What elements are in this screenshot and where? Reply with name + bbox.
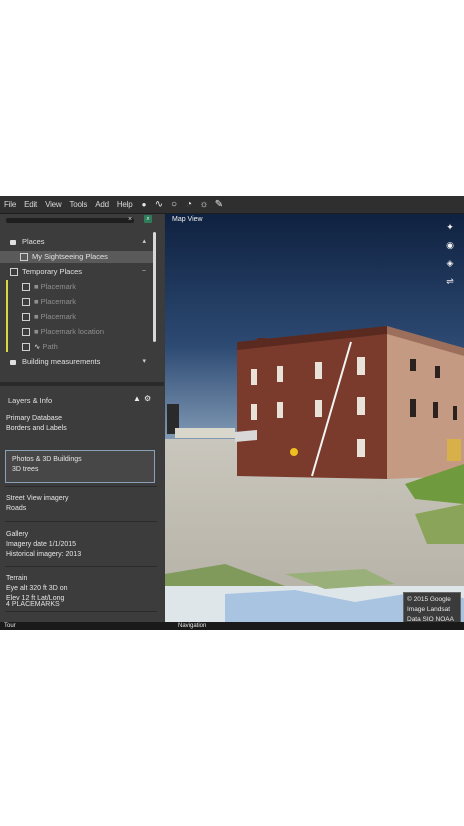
placemark-pin-icon: ■ xyxy=(34,297,41,306)
layer-item-sub: Eye alt 320 ft 3D on xyxy=(6,585,68,592)
checkbox[interactable] xyxy=(22,343,30,352)
folder-icon xyxy=(10,359,16,365)
tree-item-temporary[interactable]: Temporary Places − xyxy=(0,266,154,278)
layer-item-selected[interactable]: Photos & 3D Buildings 3D trees xyxy=(5,450,155,483)
view-label: Map View xyxy=(172,216,203,223)
layer-item-gallery[interactable]: Gallery Imagery date 1/1/2015 Historical… xyxy=(6,530,156,560)
divider xyxy=(5,566,157,567)
menu-add[interactable]: Add xyxy=(91,200,113,209)
layer-item-street-view[interactable]: Street View imagery Roads xyxy=(6,494,156,514)
placemark-pin-icon: ■ xyxy=(34,312,41,321)
checkbox[interactable] xyxy=(20,253,28,262)
places-scrollbar[interactable] xyxy=(153,232,156,342)
collapse-icon[interactable]: − xyxy=(142,266,146,278)
history-icon[interactable]: ◔ xyxy=(181,196,196,213)
placemark-icon[interactable]: ● xyxy=(136,196,151,213)
tree-item-placemark[interactable]: ■ Placemark xyxy=(0,311,154,323)
layer-item-label: Photos & 3D Buildings xyxy=(12,456,82,463)
checkbox[interactable] xyxy=(22,313,30,322)
divider xyxy=(5,521,157,522)
tree-item-placemark[interactable]: ■ Placemark xyxy=(0,296,154,308)
tree-item-path[interactable]: ∿ Path xyxy=(0,341,154,353)
layers-header: Layers & Info ▲ ⚙ xyxy=(0,394,160,408)
tree-item-label: Path xyxy=(42,342,58,351)
checkbox[interactable] xyxy=(10,268,18,277)
places-folder[interactable]: Places ▴ xyxy=(0,236,154,248)
expand-icon[interactable]: ▾ xyxy=(142,356,146,368)
layer-item-label: Gallery xyxy=(6,531,29,538)
placemark-pin-icon: ■ xyxy=(34,327,41,336)
polygon-icon[interactable]: ○ xyxy=(166,196,181,213)
gear-icon[interactable]: ⚙ xyxy=(144,394,151,403)
tree-item-label: Placemark xyxy=(40,297,77,306)
menu-view[interactable]: View xyxy=(41,200,65,209)
toolbar: File Edit View Tools Add Help ● ∿ ○ ◔ ☼ … xyxy=(0,196,464,214)
layer-item-label: Terrain xyxy=(6,575,28,582)
panel-divider[interactable] xyxy=(0,382,164,386)
folder-icon xyxy=(10,239,16,245)
placemark-pin-icon: ■ xyxy=(34,282,41,291)
tree-item-label: Building measurements xyxy=(22,357,101,366)
tree-item-placemark[interactable]: ■ Placemark xyxy=(0,281,154,293)
move-joystick-icon[interactable]: ◈ xyxy=(444,257,456,269)
attribution-line: © 2015 Google xyxy=(407,596,451,603)
attribution-box: © 2015 Google Image Landsat Data SIO NOA… xyxy=(403,592,461,624)
menu-file[interactable]: File xyxy=(0,200,20,209)
checkbox[interactable] xyxy=(22,283,30,292)
tree-item-building-measurements[interactable]: Building measurements ▾ xyxy=(0,356,154,368)
layer-item-terrain[interactable]: Terrain Eye alt 320 ft 3D on Elev 12 ft … xyxy=(6,574,156,604)
search-input[interactable] xyxy=(6,218,134,223)
layer-item-sub: Historical imagery: 2013 xyxy=(6,551,82,558)
layer-item-sub: 3D trees xyxy=(12,466,39,473)
sky-icon[interactable]: ✎ xyxy=(211,196,226,213)
tree-item-my-places[interactable]: My Sightseeing Places xyxy=(0,251,154,263)
navigation-controls: ✦ ◉ ◈ ⇌ xyxy=(444,221,458,293)
tree-item-label: Placemark xyxy=(40,282,77,291)
tree-item-label: Temporary Places xyxy=(22,267,83,276)
zoom-slider-icon[interactable]: ⇌ xyxy=(444,275,456,287)
layers-sub2[interactable]: Borders and Labels xyxy=(6,424,156,434)
status-bar: Tour Navigation xyxy=(0,622,464,630)
menu-help[interactable]: Help xyxy=(113,200,137,209)
tree-item-label: Placemark xyxy=(40,312,77,321)
look-joystick-icon[interactable]: ◉ xyxy=(444,239,456,251)
layers-primary: Primary Database Borders and Labels xyxy=(6,414,156,434)
attribution-line: Image Landsat xyxy=(407,606,451,613)
divider xyxy=(5,486,157,487)
bell-icon[interactable]: ▲ xyxy=(133,394,141,403)
checkbox[interactable] xyxy=(22,328,30,337)
expand-icon[interactable]: ▴ xyxy=(142,236,146,248)
layer-item-sub: Roads xyxy=(6,505,27,512)
menu-tools[interactable]: Tools xyxy=(66,200,92,209)
places-label: Places xyxy=(22,237,45,246)
menu-edit[interactable]: Edit xyxy=(20,200,41,209)
app-window: File Edit View Tools Add Help ● ∿ ○ ◔ ☼ … xyxy=(0,196,464,630)
status-right-text[interactable]: Navigation xyxy=(178,622,206,630)
tree-item-placemark-location[interactable]: ■ Placemark location xyxy=(0,326,154,338)
layers-subtitle[interactable]: Primary Database xyxy=(6,414,156,424)
status-text: 4 PLACEMARKS xyxy=(6,601,60,608)
tree-item-label: Placemark location xyxy=(40,327,104,336)
layers-title: Layers & Info xyxy=(8,396,53,405)
compass-icon[interactable]: ✦ xyxy=(444,221,456,233)
street-photo xyxy=(165,214,464,622)
checkbox[interactable] xyxy=(22,298,30,307)
status-left-text[interactable]: Tour xyxy=(4,622,16,630)
search-icon[interactable]: ⌕ xyxy=(144,215,152,223)
sidebar: × ⌕ Places ▴ My Sightseeing Places Tempo… xyxy=(0,214,164,630)
sun-icon[interactable]: ☼ xyxy=(196,196,211,213)
layer-item-label: Street View imagery xyxy=(6,495,69,502)
search-row: × ⌕ xyxy=(4,215,154,225)
divider xyxy=(5,611,157,612)
map-viewport[interactable] xyxy=(165,214,464,622)
path-icon[interactable]: ∿ xyxy=(151,196,166,213)
places-panel: Places ▴ My Sightseeing Places Temporary… xyxy=(0,232,154,380)
clear-search-icon[interactable]: × xyxy=(128,216,132,223)
layer-item-sub: Imagery date 1/1/2015 xyxy=(6,541,77,548)
tree-item-label: My Sightseeing Places xyxy=(32,252,108,261)
